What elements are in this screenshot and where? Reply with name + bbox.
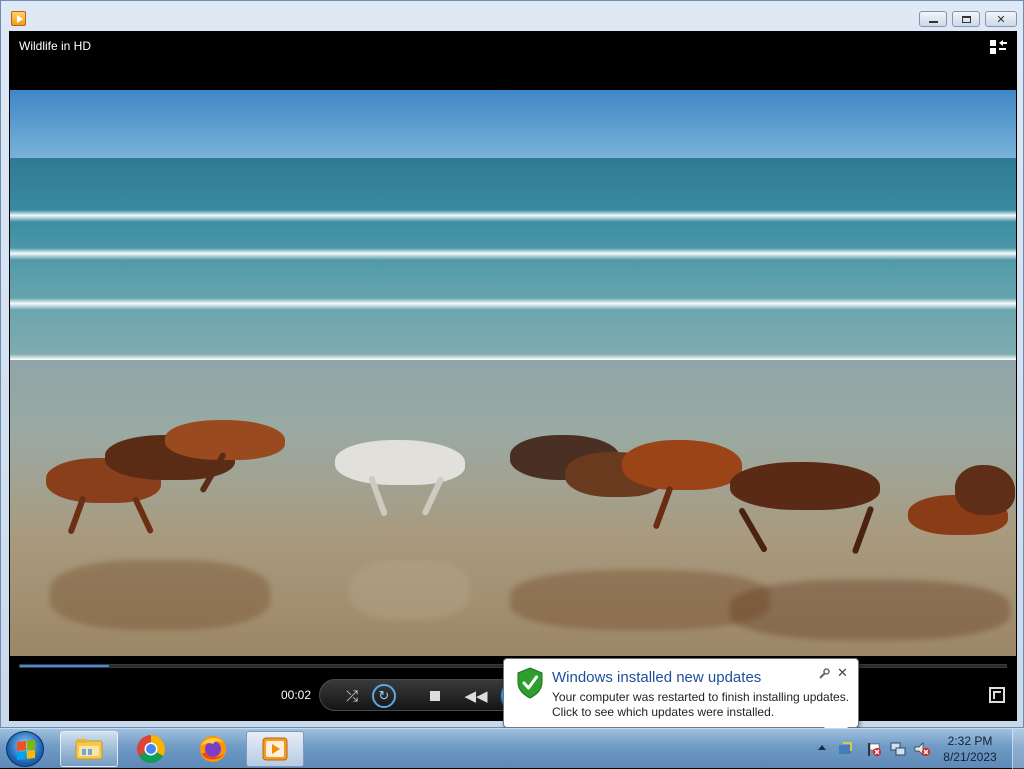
update-notification[interactable]: Windows installed new updates Your compu…	[503, 658, 859, 741]
clock-time: 2:32 PM	[947, 734, 993, 748]
clock[interactable]: 2:32 PM 8/21/2023	[930, 733, 1010, 765]
switch-to-library-icon[interactable]	[989, 39, 1007, 55]
current-time: 00:02	[281, 688, 312, 702]
player-area: Wildlife in HD 00:02 ⤮ ↻ ◀◀	[9, 31, 1017, 721]
maximize-icon	[961, 15, 971, 23]
notification-text: Your computer was restarted to finish in…	[552, 690, 849, 720]
show-hidden-icons[interactable]	[818, 745, 826, 750]
file-explorer-icon[interactable]	[60, 731, 118, 767]
video-frame[interactable]	[10, 90, 1016, 656]
playback-controls: ⤮ ↻ ◀◀ ▶	[319, 678, 536, 714]
minimize-icon	[928, 20, 938, 23]
notification-options-icon[interactable]	[818, 668, 830, 683]
shuffle-icon[interactable]: ⤮	[342, 686, 362, 706]
notification-close-button[interactable]: ✕	[837, 666, 848, 681]
media-player-icon	[11, 11, 26, 26]
notification-line-2: Click to see which updates were installe…	[552, 705, 775, 719]
notification-line-1: Your computer was restarted to finish in…	[552, 690, 850, 704]
flag-warning-icon[interactable]	[866, 741, 882, 757]
fullscreen-icon[interactable]	[989, 687, 1005, 703]
media-player-icon[interactable]	[246, 731, 304, 767]
video-title: Wildlife in HD	[19, 39, 92, 53]
firefox-icon[interactable]	[184, 731, 242, 767]
minimize-button[interactable]	[919, 11, 947, 27]
media-player-window: ✕ Wildlife in HD 00:02 ⤮ ↻ ◀◀	[0, 0, 1024, 728]
action-center-icon[interactable]	[837, 741, 853, 757]
video-sky	[10, 90, 1016, 165]
taskbar: 2:32 PM 8/21/2023	[0, 728, 1024, 769]
volume-muted-icon[interactable]	[914, 741, 930, 757]
video-sea	[10, 158, 1016, 368]
maximize-button[interactable]	[952, 11, 980, 27]
clock-date: 8/21/2023	[943, 750, 997, 764]
notification-title: Windows installed new updates	[552, 669, 762, 686]
system-tray: 2:32 PM 8/21/2023	[814, 729, 1024, 769]
title-bar[interactable]: ✕	[1, 1, 1023, 31]
windows-logo-icon	[17, 740, 35, 760]
start-button[interactable]	[6, 731, 44, 767]
show-desktop-button[interactable]	[1012, 729, 1024, 769]
shield-check-icon	[517, 667, 543, 699]
network-icon[interactable]	[890, 741, 906, 757]
chrome-icon[interactable]	[122, 731, 180, 767]
seek-progress	[20, 665, 109, 667]
stop-icon[interactable]	[428, 689, 442, 703]
previous-icon[interactable]: ◀◀	[462, 686, 490, 706]
repeat-icon[interactable]: ↻	[372, 684, 396, 708]
close-icon: ✕	[996, 12, 1006, 26]
close-button[interactable]: ✕	[985, 11, 1017, 27]
